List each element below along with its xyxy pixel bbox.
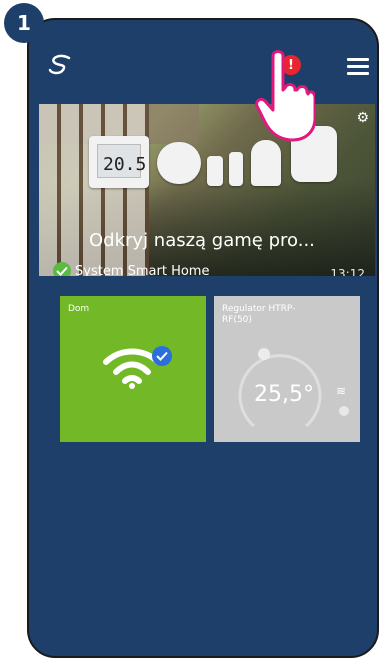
status-dot	[339, 406, 349, 416]
sensor-device-image	[157, 142, 201, 184]
salus-logo-icon	[48, 54, 71, 75]
gear-icon[interactable]: ⚙	[356, 110, 369, 126]
check-icon	[53, 262, 71, 276]
hamburger-menu-icon[interactable]	[347, 58, 369, 75]
promo-banner[interactable]: 20.5 ⚙ Odkryj naszą gamę pro... System S…	[39, 104, 375, 276]
phone-screen: ! 20.5 ⚙ Odkryj naszą gamę pro... System…	[27, 18, 379, 658]
tile-dom[interactable]: Dom	[60, 296, 206, 442]
banner-title: Odkryj naszą gamę pro...	[89, 230, 315, 251]
plug-device-image	[207, 156, 223, 186]
thermostat-temperature: 25,5°	[254, 382, 314, 407]
tile-thermostat[interactable]: Regulator HTRP- RF(50) 25,5° ≋	[214, 296, 360, 442]
door-sensor-image	[229, 152, 243, 186]
app-header: !	[29, 20, 377, 100]
heating-icon: ≋	[336, 384, 347, 398]
step-number-badge: 1	[4, 3, 44, 43]
banner-time: 13:12	[330, 267, 365, 276]
thermostat-device-image: 20.5	[89, 136, 149, 188]
tile-dom-label: Dom	[68, 304, 90, 314]
banner-subtitle: System Smart Home	[75, 264, 210, 276]
tile-thermostat-label: Regulator HTRP- RF(50)	[222, 304, 296, 325]
connected-check-icon	[152, 346, 172, 366]
switch-device-image	[251, 140, 281, 186]
pointing-hand-icon	[255, 50, 315, 142]
